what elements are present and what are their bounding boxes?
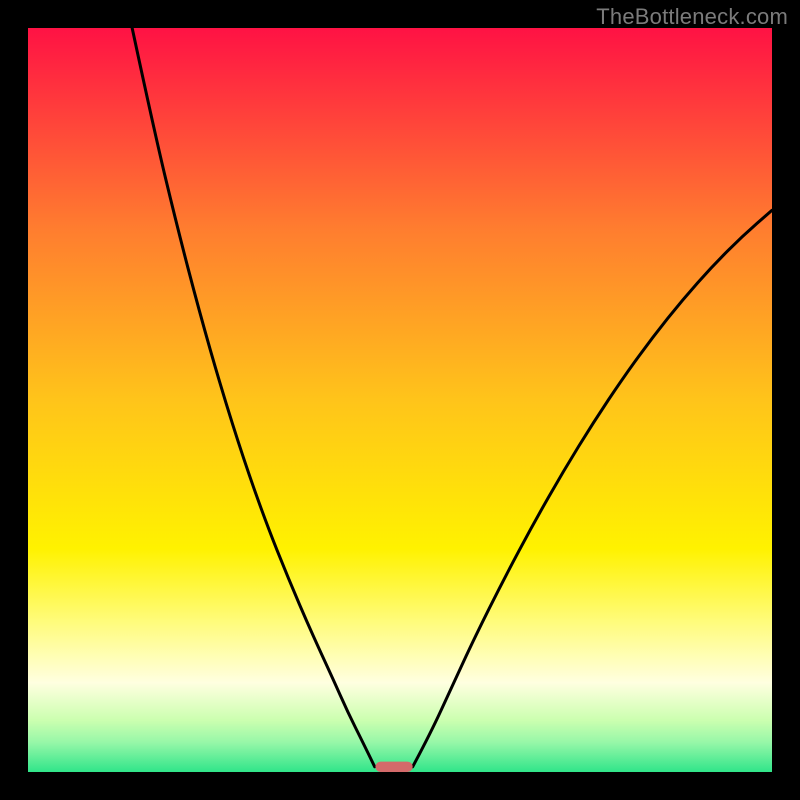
watermark-text: TheBottleneck.com xyxy=(596,4,788,30)
target-marker xyxy=(375,762,412,772)
bottleneck-curve-plot xyxy=(28,28,772,772)
plot-background xyxy=(28,28,772,772)
chart-frame: TheBottleneck.com xyxy=(0,0,800,800)
